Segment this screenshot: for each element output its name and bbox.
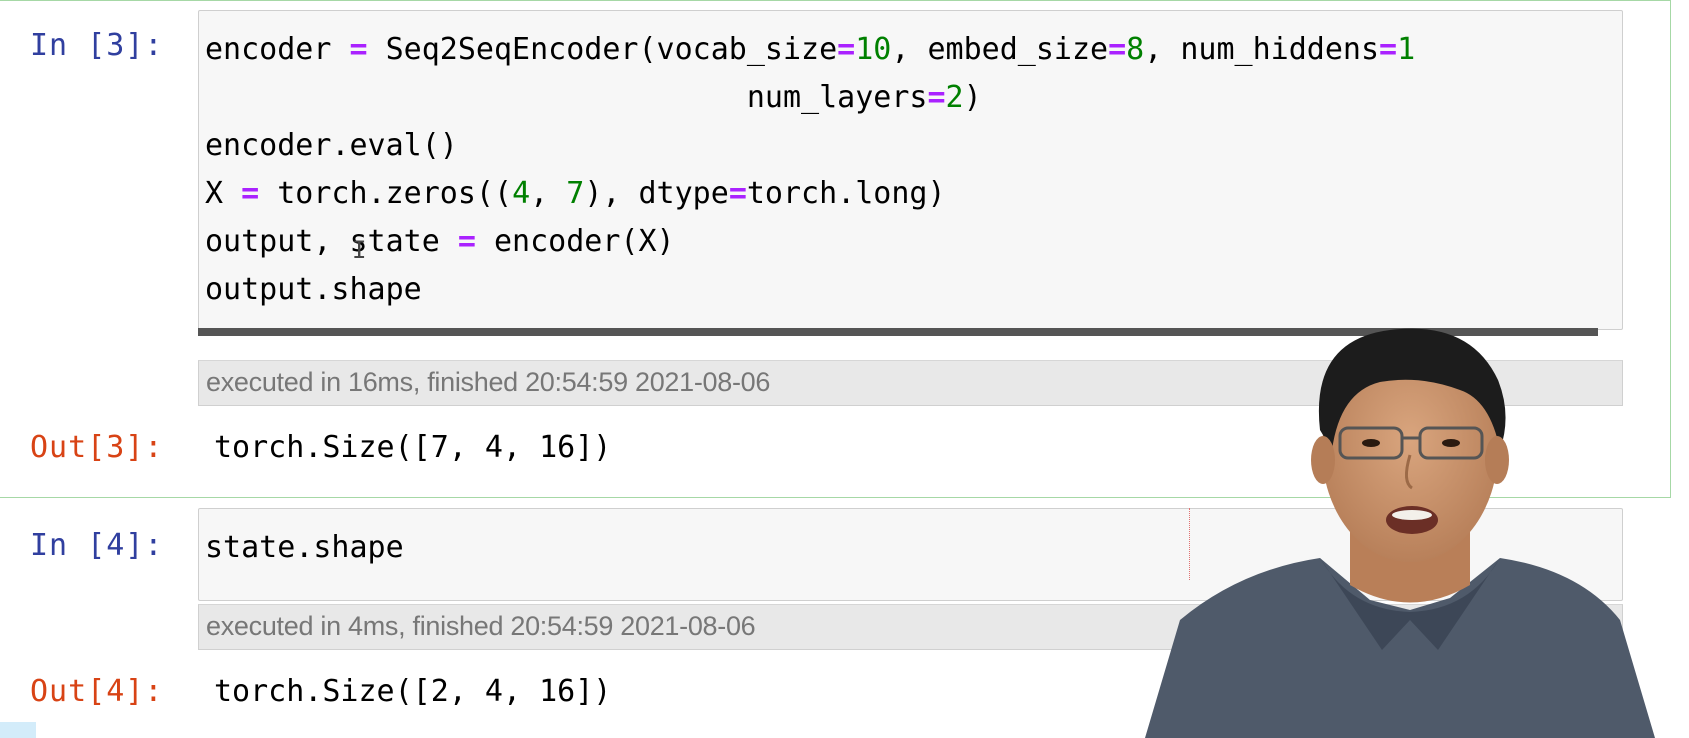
code-operator: = <box>349 32 368 67</box>
code-operator: = <box>241 176 260 211</box>
text-cursor-icon: I <box>352 236 367 264</box>
code-line[interactable]: encoder = Seq2SeqEncoder(vocab_size=10, … <box>205 26 1415 74</box>
code-line[interactable]: output.shape <box>205 266 1415 314</box>
code-text: encoder.eval() <box>205 128 458 163</box>
code-text: num_layers <box>205 80 928 115</box>
code-text: X <box>205 176 242 211</box>
cell-4-output: torch.Size([2, 4, 16]) <box>214 674 612 709</box>
cell-marker <box>0 722 36 738</box>
code-text: encoder <box>205 32 350 67</box>
code-operator: = <box>728 176 747 211</box>
cell-4-out-prompt: Out[4]: <box>30 674 164 709</box>
cell-4-in-prompt: In [4]: <box>30 528 164 563</box>
code-text: , <box>530 176 567 211</box>
code-text: ) <box>963 80 982 115</box>
code-operator: = <box>927 80 946 115</box>
code-line[interactable]: encoder.eval() <box>205 122 1415 170</box>
code-number: 10 <box>855 32 892 67</box>
code-text: torch.long) <box>746 176 946 211</box>
code-number: 4 <box>512 176 531 211</box>
code-text: ), dtype <box>584 176 729 211</box>
code-operator: = <box>1379 32 1398 67</box>
code-text: torch.zeros(( <box>259 176 513 211</box>
person-icon <box>1145 328 1655 738</box>
code-line[interactable]: num_layers=2) <box>205 74 1415 122</box>
code-text: state.shape <box>205 530 404 565</box>
code-text: encoder(X) <box>475 224 675 259</box>
code-text: , embed_size <box>891 32 1109 67</box>
code-number: 7 <box>566 176 585 211</box>
code-line[interactable]: state.shape <box>205 524 404 572</box>
code-text: , num_hiddens <box>1144 32 1380 67</box>
code-number: 1 <box>1397 32 1416 67</box>
code-line[interactable]: X = torch.zeros((4, 7), dtype=torch.long… <box>205 170 1415 218</box>
code-text: Seq2SeqEncoder(vocab_size <box>367 32 838 67</box>
code-operator: = <box>1108 32 1127 67</box>
code-number: 8 <box>1126 32 1145 67</box>
cell-3-exec-info: executed in 16ms, finished 20:54:59 2021… <box>206 367 771 397</box>
presenter-video-overlay <box>1120 320 1689 738</box>
cell-3-output: torch.Size([7, 4, 16]) <box>214 430 612 465</box>
cell-4-exec-info: executed in 4ms, finished 20:54:59 2021-… <box>206 611 756 641</box>
code-text: output.shape <box>205 272 422 307</box>
cell-3-out-prompt: Out[3]: <box>30 430 164 465</box>
code-operator: = <box>837 32 856 67</box>
cell-4-code[interactable]: state.shape <box>205 524 404 572</box>
code-text: output, state <box>205 224 458 259</box>
code-line[interactable]: output, state = encoder(X) <box>205 218 1415 266</box>
cell-3-in-prompt: In [3]: <box>30 28 164 63</box>
code-operator: = <box>457 224 476 259</box>
code-number: 2 <box>945 80 964 115</box>
cell-3-code[interactable]: encoder = Seq2SeqEncoder(vocab_size=10, … <box>205 26 1415 314</box>
